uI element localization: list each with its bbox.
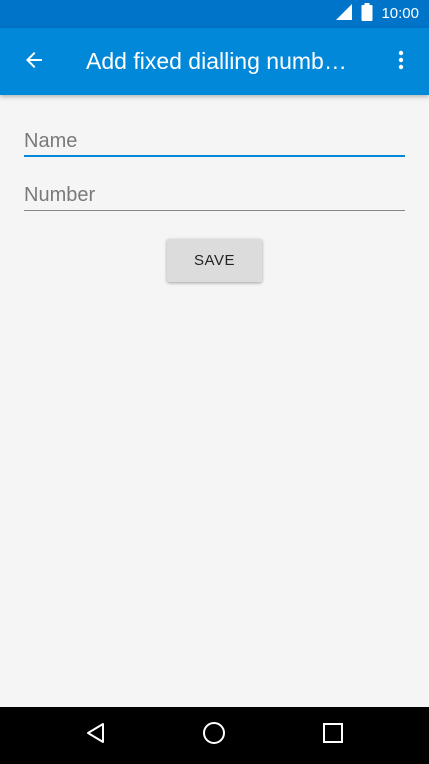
navigation-bar: [0, 707, 429, 764]
nav-recents-icon: [322, 722, 344, 749]
arrow-left-icon: [22, 48, 46, 77]
number-input[interactable]: [24, 181, 405, 211]
nav-back-button[interactable]: [66, 707, 126, 764]
battery-icon: [361, 2, 373, 26]
back-button[interactable]: [10, 38, 58, 86]
number-field-container: [24, 181, 405, 211]
nav-back-icon: [85, 722, 107, 749]
more-vert-icon: [389, 48, 413, 77]
nav-home-button[interactable]: [184, 707, 244, 764]
status-bar: 10:00: [0, 0, 429, 28]
status-icons: 10:00: [335, 0, 419, 28]
save-button[interactable]: SAVE: [167, 239, 262, 282]
status-time: 10:00: [381, 5, 419, 22]
page-title: Add fixed dialling numb…: [86, 48, 347, 74]
form-content: SAVE: [0, 95, 429, 707]
nav-home-icon: [202, 721, 226, 750]
name-input[interactable]: [24, 127, 405, 157]
signal-icon: [335, 3, 353, 26]
screen: 10:00 Add fixed dialling numb… Name Numb…: [0, 0, 429, 764]
name-field-container: [24, 127, 405, 157]
app-bar: Add fixed dialling numb…: [0, 28, 429, 95]
nav-recents-button[interactable]: [303, 707, 363, 764]
more-options-button[interactable]: [381, 38, 421, 86]
